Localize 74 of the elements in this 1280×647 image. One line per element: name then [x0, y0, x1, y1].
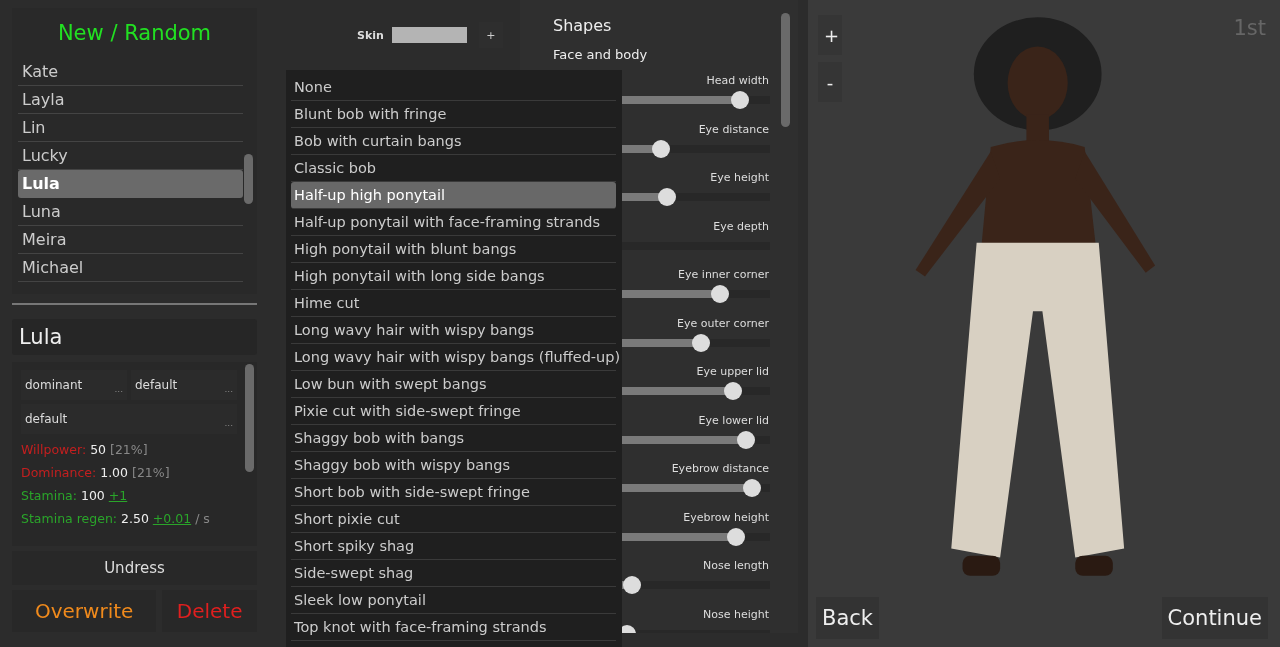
slider-thumb[interactable] — [623, 576, 641, 594]
menu-item[interactable]: Shaggy bob with bangs — [291, 425, 616, 452]
name-field[interactable]: Lula — [12, 319, 257, 355]
bonus-link[interactable]: +1 — [108, 488, 128, 503]
menu-item[interactable]: None — [291, 74, 616, 101]
slider-label: Nose height — [702, 607, 769, 621]
slider-label: Eye lower lid — [698, 413, 769, 427]
slider-label: Eyebrow height — [683, 510, 769, 524]
scrollbar-thumb[interactable] — [781, 13, 790, 127]
section-heading: Face and body — [553, 47, 649, 62]
stat-line: Stamina regen: 2.50 +0.01 / s — [21, 511, 211, 526]
back-button[interactable]: Back — [816, 597, 879, 639]
scrollbar-thumb[interactable] — [244, 154, 253, 204]
menu-item[interactable]: Short spiky shag — [291, 533, 616, 560]
stat-line: Willpower: 50 [21%] — [21, 442, 149, 457]
slider-thumb[interactable] — [711, 285, 729, 303]
slider-label: Eye outer corner — [677, 316, 769, 330]
character-item[interactable]: Lin — [18, 114, 243, 142]
slider-thumb[interactable] — [737, 430, 755, 449]
slider-thumb[interactable] — [731, 91, 749, 109]
menu-item[interactable]: Half-up high ponytail — [291, 182, 616, 209]
zoom-in-button[interactable]: + — [818, 15, 842, 55]
stat-line: Dominance: 1.00 [21%] — [21, 465, 171, 480]
zoom-out-button[interactable]: - — [818, 62, 842, 102]
menu-item[interactable]: Shaggy bob with wispy bangs — [291, 452, 616, 479]
slider-thumb[interactable] — [658, 188, 676, 206]
menu-item[interactable]: Pixie cut with side-swept fringe — [291, 398, 616, 425]
slider-label: Eye inner corner — [678, 268, 769, 281]
slider-thumb[interactable] — [724, 382, 742, 400]
trait-value: default — [135, 378, 178, 392]
more-button[interactable]: ... — [114, 384, 123, 400]
trait-value: dominant — [25, 378, 83, 392]
slider-thumb[interactable] — [743, 479, 761, 497]
character-item[interactable]: Kate — [18, 58, 243, 86]
overwrite-button[interactable]: Overwrite — [12, 590, 157, 632]
character-item[interactable]: Layla — [18, 86, 243, 114]
more-button[interactable]: ... — [224, 384, 233, 400]
continue-button[interactable]: Continue — [1161, 597, 1268, 639]
slider-thumb[interactable] — [727, 527, 745, 546]
bonus-link[interactable]: +0.01 — [152, 511, 192, 526]
menu-item[interactable]: Half-up ponytail with face-framing strands — [291, 209, 616, 236]
character-item[interactable]: Luna — [18, 198, 243, 226]
slider-label: Head width — [706, 74, 769, 87]
menu-item[interactable]: Long wavy hair with wispy bangs — [291, 317, 616, 344]
menu-item[interactable]: Top knot with face-framing strands — [291, 614, 616, 641]
stat-line: Stamina: 100 +1 — [21, 488, 129, 503]
menu-item[interactable]: Short pixie cut — [291, 506, 616, 533]
menu-item[interactable]: Bob with curtain bangs — [291, 128, 616, 155]
menu-item[interactable]: Sleek low ponytail — [291, 587, 616, 614]
skin-color-swatch[interactable] — [391, 27, 467, 43]
menu-item[interactable]: Blunt bob with fringe — [291, 101, 616, 128]
slider-label: Eyebrow distance — [671, 462, 769, 475]
slider-label: Nose length — [702, 559, 769, 572]
scrollbar-thumb[interactable] — [245, 364, 254, 472]
character-item[interactable]: Meira — [18, 226, 243, 254]
trait-value: default — [25, 412, 68, 426]
character-item[interactable]: Lula — [18, 170, 243, 198]
slider-label: Eye depth — [713, 219, 769, 233]
undress-button[interactable]: Undress — [12, 551, 257, 585]
menu-item[interactable]: High ponytail with blunt bangs — [291, 236, 616, 263]
menu-item[interactable]: Side-swept shag — [291, 560, 616, 587]
slider-label: Eye upper lid — [696, 365, 769, 378]
menu-item[interactable]: Hime cut — [291, 290, 616, 317]
menu-item[interactable]: High ponytail with long side bangs — [291, 263, 616, 290]
slider-label: Eye height — [710, 171, 769, 184]
slider-thumb[interactable] — [652, 139, 670, 158]
skin-label: Skin — [357, 28, 384, 42]
slider-label: Eye distance — [698, 122, 769, 136]
menu-item[interactable]: Short bob with side-swept fringe — [291, 479, 616, 506]
panel-title: Shapes — [553, 16, 613, 35]
character-item[interactable]: Michael — [18, 254, 243, 282]
slider-thumb[interactable] — [692, 333, 710, 352]
more-button[interactable]: ... — [224, 418, 233, 434]
menu-item[interactable]: Low bun with swept bangs — [291, 371, 616, 398]
